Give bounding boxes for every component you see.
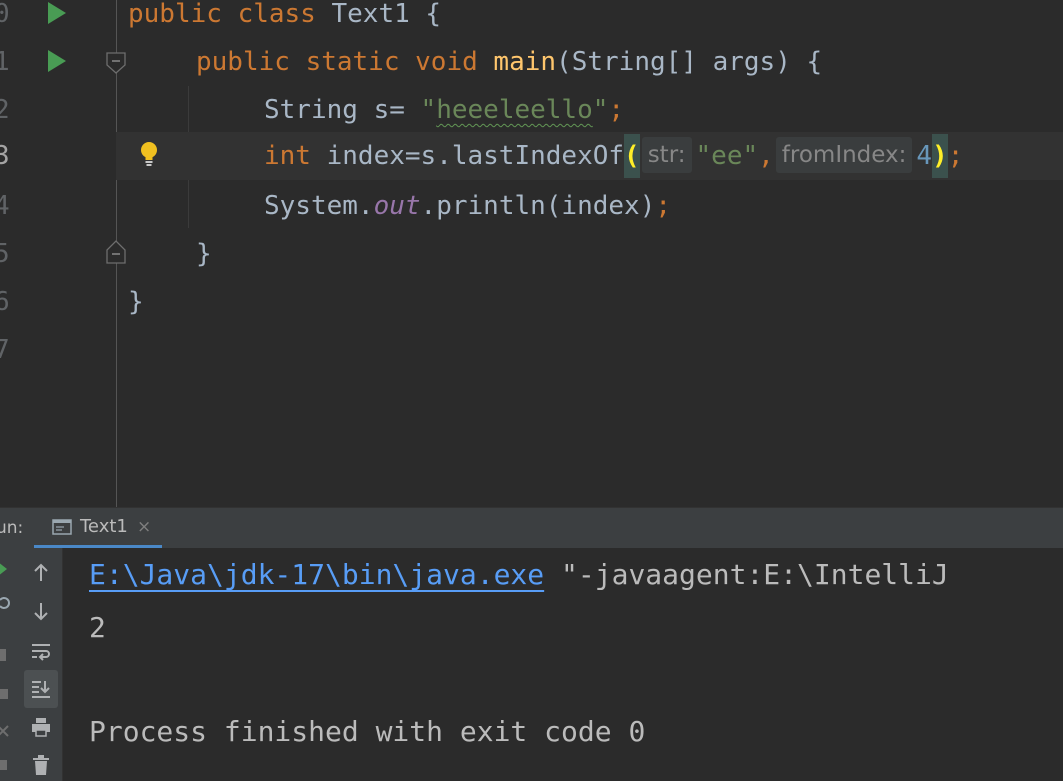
method-call: .println(index) [420,191,656,221]
code-line-5[interactable]: 5 } [0,230,1063,278]
parameter-hint-str: str: [641,137,692,173]
closing-brace: } [196,239,212,269]
code-text: String s= "heeeleello"; [264,86,624,134]
scroll-to-end-button[interactable] [24,670,58,708]
console-output[interactable]: E:\Java\jdk-17\bin\java.exe "-javaagent:… [63,548,1063,781]
line-number: 0 [0,0,10,29]
pin-icon[interactable] [0,758,10,772]
closing-brace: } [128,287,144,317]
console-toolbar [20,548,63,781]
lightbulb-icon[interactable] [138,140,160,172]
run-tab-label: Text1 [80,516,128,537]
print-icon [32,718,50,737]
restart-icon[interactable] [0,596,10,610]
ide-window: 0 public class Text1 { 1 public static v… [0,0,1063,781]
method-call: index=s.lastIndexOf [310,141,625,171]
fold-collapse-icon[interactable] [106,52,126,78]
code-text: public static void main(String[] args) { [196,38,822,86]
stop-icon[interactable] [0,648,8,662]
soft-wrap-button[interactable] [20,632,62,670]
print-button[interactable] [20,708,62,746]
string-argument: "ee" [695,141,759,171]
number-argument: 4 [916,141,933,171]
run-actions-toolbar [0,548,20,781]
class-reference: System. [264,191,374,221]
code-line-4[interactable]: 4 System.out.println(index); [0,182,1063,230]
line-number: 2 [0,95,10,125]
keyword: int [264,141,311,171]
code-text: } [128,278,144,326]
gutter-cell: 0 [0,0,116,38]
java-args: "-javaagent:E:\IntelliJ [544,558,949,591]
clear-all-button[interactable] [20,746,62,781]
gutter-cell: 3 [0,132,157,180]
string-quote: " [420,95,437,125]
code-line-1[interactable]: 1 public static void main(String[] args)… [0,38,1063,86]
console-icon [52,519,72,539]
matched-paren-close: ) [932,134,948,178]
rerun-icon[interactable] [0,562,8,576]
command-line: E:\Java\jdk-17\bin\java.exe "-javaagent:… [89,555,949,595]
arrow-down-icon [34,603,48,621]
code-text: } [196,230,212,278]
fold-end-icon[interactable] [106,240,126,268]
line-number: 3 [0,141,10,171]
run-label: un: [0,518,24,538]
line-number: 4 [0,191,10,221]
run-tab-text1[interactable]: Text1 × [34,508,162,548]
method-name: main [493,47,557,77]
code-editor[interactable]: 0 public class Text1 { 1 public static v… [0,0,1063,507]
code-text: public class Text1 { [128,0,441,38]
semicolon: ; [947,141,964,171]
scroll-up-button[interactable] [20,554,62,592]
process-finished-message: Process finished with exit code 0 [89,715,646,748]
string-quote: " [592,95,609,125]
line-number: 5 [0,239,10,269]
gutter-cell: 1 [0,38,126,86]
parameter-hint-fromindex: fromIndex: [775,137,913,173]
line-number: 6 [0,287,10,317]
arrow-up-icon [34,563,48,581]
gutter-cell: 5 [0,230,126,278]
code-line-3-current[interactable]: 3 int index=s.lastIndexOf(str: "ee", fromI… [0,132,1063,180]
exit-icon[interactable] [0,724,10,738]
code-line-7[interactable]: 7 [0,326,1063,374]
program-output: 2 [89,611,106,644]
typo-highlighted-word[interactable]: heeeleello [436,95,593,125]
code-line-6[interactable]: 6 } [0,278,1063,326]
code-line-0[interactable]: 0 public class Text1 { [0,0,1063,38]
keyword: public static void [196,47,478,77]
gutter-cell: 6 [0,278,116,326]
semicolon: ; [608,95,625,125]
code-line-2[interactable]: 2 String s= "heeeleello"; [0,86,1063,134]
scroll-down-button[interactable] [20,592,62,630]
line-number: 1 [0,47,10,77]
scroll-to-end-icon [32,681,50,698]
run-class-icon[interactable] [48,2,66,24]
comma: , [758,141,774,171]
gutter-cell: 2 [0,86,116,134]
gutter-cell: 7 [0,326,116,374]
code-text: int index=s.lastIndexOf(str: "ee", fromInd… [264,132,963,180]
java-exe-link[interactable]: E:\Java\jdk-17\bin\java.exe [89,558,544,591]
trash-icon [33,755,49,775]
close-tab-icon[interactable]: × [137,508,151,545]
semicolon: ; [655,191,672,221]
class-declaration: Text1 { [315,0,442,29]
method-params: (String[] args) { [556,47,823,77]
soft-wrap-icon [32,644,50,661]
run-tool-window-header: un: Text1 × [0,508,1063,548]
line-number: 7 [0,335,10,365]
static-field: out [373,191,421,221]
matched-paren-open: ( [624,134,640,178]
variable-declaration: String s= [264,95,421,125]
run-main-icon[interactable] [48,50,66,72]
keyword: public class [128,0,316,29]
code-text: System.out.println(index); [264,182,671,230]
camera-icon[interactable] [0,686,10,700]
gutter-cell: 4 [0,182,116,230]
